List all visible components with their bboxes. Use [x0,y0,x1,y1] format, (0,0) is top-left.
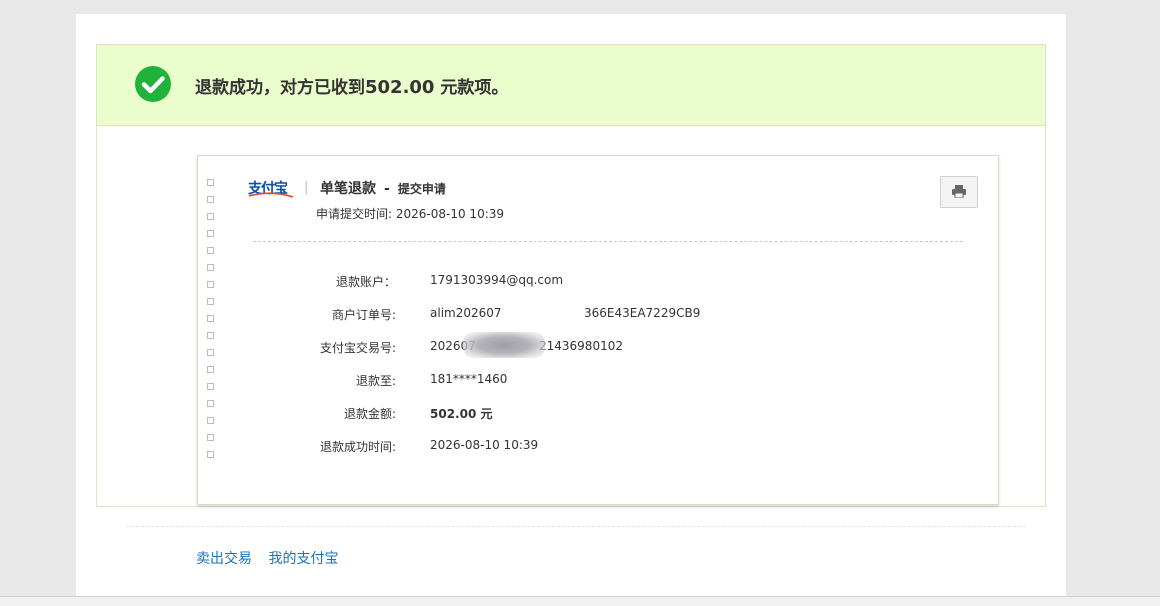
alipay-swoosh-icon [248,192,294,198]
footer-divider [126,526,1026,527]
success-message-suffix: 元款项。 [434,78,509,98]
detail-row-refund-to: 退款至: 181****1460 [198,372,998,392]
detail-value: 502.00 元 [430,407,493,421]
printer-icon [952,185,966,198]
success-message-prefix: 退款成功，对方已收到 [195,78,365,98]
title-separator: | [304,180,309,195]
detail-value-right: 366E43EA7229CB9 [584,306,701,320]
detail-label: 退款至: [355,374,396,388]
refund-receipt-card: 支付宝 | 单笔退款 - 提交申请 申请提交时间: 2026-08-10 10:39 [197,155,999,505]
detail-value-left: alim202607 [430,306,502,320]
detail-label: 退款账户： [335,275,396,289]
success-banner: 退款成功，对方已收到502.00 元款项。 [97,45,1045,126]
detail-row-refund-amount: 退款金额: 502.00 元 [198,405,998,425]
receipt-subtitle: 提交申请 [397,182,446,196]
print-button[interactable] [940,176,978,208]
apply-time-label: 申请提交时间: [316,207,393,221]
detail-value: 1791303994@qq.com [430,273,564,287]
detail-value: 2026-08-10 10:39 [430,438,539,452]
success-check-icon [135,66,171,102]
sold-transactions-link[interactable]: 卖出交易 [196,551,252,567]
apply-time-value: 2026-08-10 10:39 [395,207,505,221]
detail-row-merchant-order: 商户订单号: alim202607 366E43EA7229CB9 [198,302,998,326]
success-message: 退款成功，对方已收到502.00 元款项。 [195,73,508,98]
detail-label: 支付宝交易号: [319,341,396,355]
receipt-title-main: 单笔退款 [320,181,376,197]
success-amount: 502.00 [365,77,435,98]
title-dash: - [384,181,390,197]
detail-label: 退款金额: [343,407,396,421]
redaction-blur [463,332,545,358]
alipay-logo: 支付宝 [248,178,296,198]
detail-value-right: 21436980102 [539,339,623,353]
detail-row-alipay-trade-no: 支付宝交易号: 202607 21436980102 [198,332,998,359]
apply-time: 申请提交时间: 2026-08-10 10:39 [316,205,504,222]
my-alipay-link[interactable]: 我的支付宝 [268,551,338,567]
detail-row-success-time: 退款成功时间: 2026-08-10 10:39 [198,438,998,458]
detail-row-refund-account: 退款账户： 1791303994@qq.com [198,273,998,293]
detail-label: 商户订单号: [331,308,396,322]
footer-links: 卖出交易 我的支付宝 [196,548,350,568]
page-container: 退款成功，对方已收到502.00 元款项。 支付宝 | 单笔退款 - 提交申请 申请… [76,14,1066,596]
detail-label: 退款成功时间: [319,440,396,454]
redaction-mask [509,302,579,326]
refund-result-box: 退款成功，对方已收到502.00 元款项。 支付宝 | 单笔退款 - 提交申请 申请… [96,44,1046,507]
receipt-title: 单笔退款 - 提交申请 [320,178,446,198]
receipt-divider [253,241,963,242]
detail-value: 181****1460 [430,372,508,386]
